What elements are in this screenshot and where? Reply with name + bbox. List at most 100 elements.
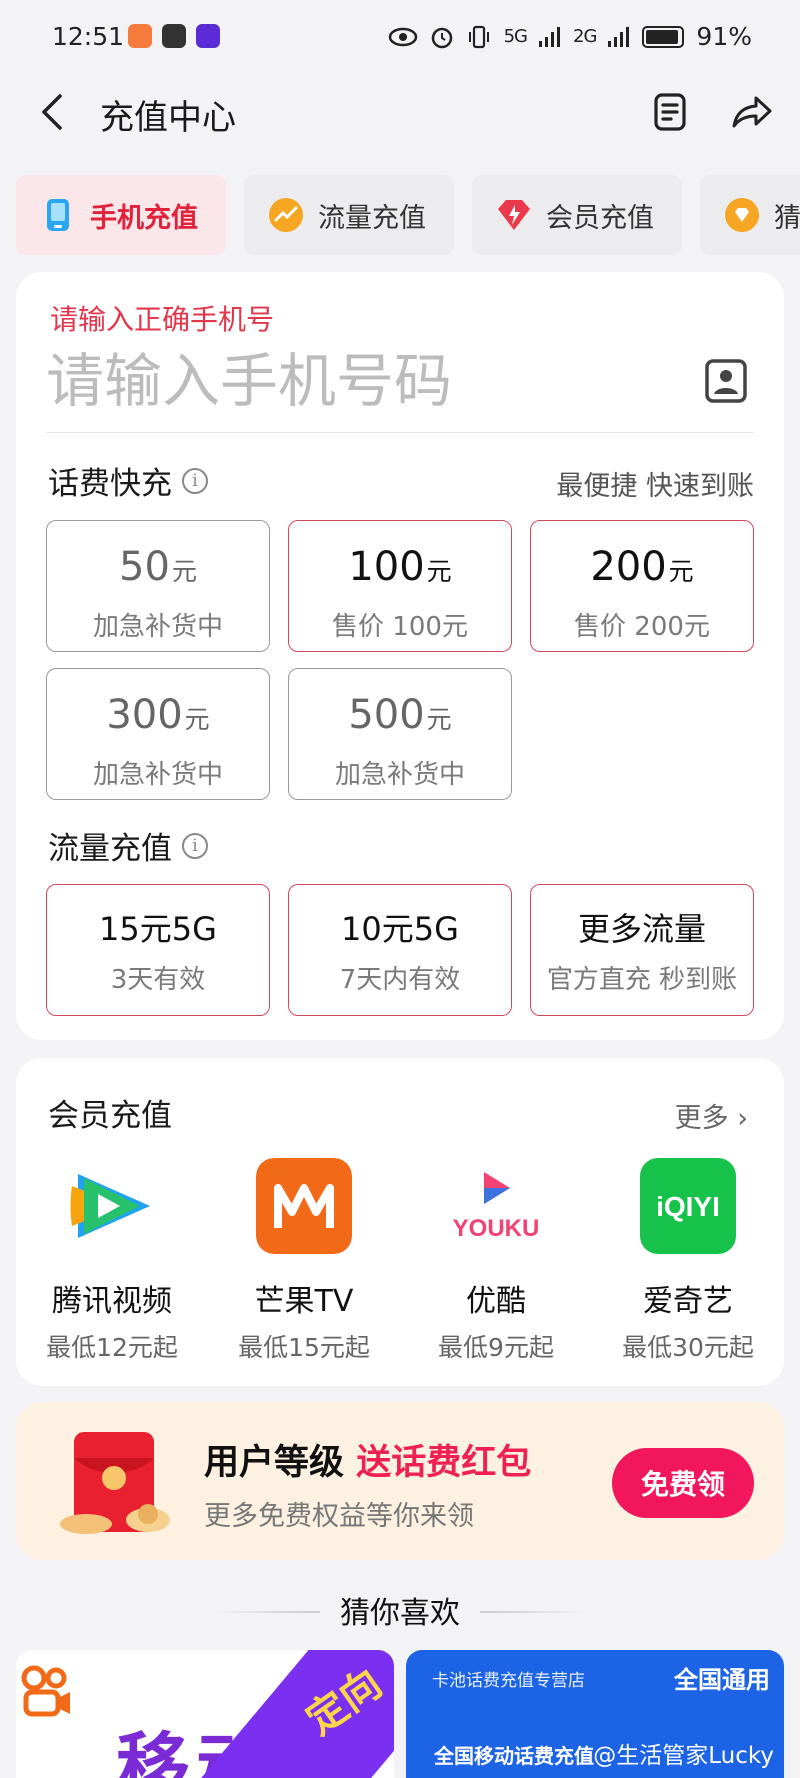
promo-subline: 更多免费权益等你来领 [204, 1501, 474, 1532]
contact-picker-button[interactable] [704, 358, 748, 404]
watermark-text: @生活管家Lucky [593, 1743, 774, 1769]
mango-tv-logo [256, 1158, 352, 1254]
signal-5g: 5G [503, 26, 528, 47]
member-name: 芒果TV [254, 1284, 354, 1319]
chevron-left-icon [42, 94, 62, 130]
membership-list: 腾讯视频 最低12元起 芒果TV 最低15元起 YOUKU 优酷 最低9元起 i… [16, 1158, 784, 1364]
battery-percent: 91% [696, 22, 752, 51]
promo-banner[interactable]: 用户等级 送话费红包 更多免费权益等你来领 免费领 [16, 1402, 784, 1560]
claim-free-button[interactable]: 免费领 [612, 1448, 754, 1518]
quick-charge-header: 话费快充 i [48, 458, 208, 503]
member-item-mango[interactable]: 芒果TV 最低15元起 [208, 1158, 400, 1364]
share-button[interactable] [730, 92, 772, 132]
membership-title: 会员充值 [48, 1098, 172, 1134]
product-title: 全国移动话费充值 [434, 1744, 594, 1768]
promo-headline-a: 用户等级 [204, 1443, 345, 1483]
option-status: 加急补货中 [92, 612, 223, 642]
amount: 50 [119, 544, 170, 590]
info-icon[interactable]: i [182, 832, 208, 859]
member-name: 腾讯视频 [52, 1284, 172, 1319]
amount: 200 [590, 544, 667, 590]
data-option-10[interactable]: 10元5G 7天内有效 [288, 884, 512, 1016]
tab-data-recharge[interactable]: 流量充值 [244, 175, 454, 255]
data-option-more[interactable]: 更多流量 官方直充 秒到账 [530, 884, 754, 1016]
unit: 元 [171, 557, 197, 586]
tab-guess[interactable]: 猜 [700, 175, 800, 255]
member-price: 最低12元起 [46, 1333, 178, 1362]
promo-headline: 用户等级 送话费红包 [204, 1434, 531, 1485]
video-app-notification-icon [196, 24, 220, 48]
data-option-label: 更多流量 [577, 910, 706, 948]
chevron-right-icon: › [737, 1103, 748, 1134]
youku-logo-text: YOUKU [453, 1215, 540, 1242]
recharge-card: 请输入正确手机号 话费快充 i 最便捷 快速到账 50元 加急补货中 100元 … [16, 272, 784, 1040]
share-icon [732, 96, 772, 128]
red-envelope-icon [60, 1432, 170, 1534]
youku-logo: YOUKU [453, 1172, 540, 1242]
tab-member-recharge[interactable]: 会员充值 [472, 175, 682, 255]
upload-notification-icon [162, 24, 186, 48]
option-price: 售价 100元 [332, 612, 468, 642]
gem-icon [725, 198, 759, 232]
promo-headline-b: 送话费红包 [356, 1443, 532, 1483]
contact-book-icon [705, 359, 747, 403]
membership-card: 会员充值 更多 › 腾讯视频 最低12元起 芒果TV 最低15元起 YOUKU … [16, 1058, 784, 1386]
phone-number-input[interactable] [46, 346, 646, 416]
quick-charge-title: 话费快充 [48, 466, 172, 502]
recharge-option-300[interactable]: 300元 加急补货中 [46, 668, 270, 800]
member-item-youku[interactable]: YOUKU 优酷 最低9元起 [400, 1158, 592, 1364]
data-charge-header: 流量充值 i [48, 823, 208, 868]
records-button[interactable] [650, 92, 690, 132]
kuaishou-logo [21, 1665, 70, 1717]
header: 充值中心 [0, 80, 800, 144]
vibrate-icon [468, 25, 489, 48]
tab-label: 手机充值 [90, 202, 198, 234]
alarm-icon [431, 27, 452, 48]
unit: 元 [426, 557, 452, 586]
notification-icons [128, 24, 220, 48]
page-title: 充值中心 [100, 98, 236, 138]
data-option-detail: 官方直充 秒到账 [546, 965, 738, 995]
unit: 元 [184, 705, 210, 734]
member-item-iqiyi[interactable]: iQIYI 爱奇艺 最低30元起 [592, 1158, 784, 1364]
more-label: 更多 [674, 1103, 729, 1134]
phone-error-text: 请输入正确手机号 [50, 303, 275, 336]
recharge-option-200[interactable]: 200元 售价 200元 [530, 520, 754, 652]
eye-icon [388, 27, 417, 46]
member-name: 优酷 [466, 1284, 526, 1319]
amount: 300 [106, 692, 183, 738]
data-option-label: 15元5G [99, 910, 217, 948]
member-price: 最低15元起 [238, 1333, 370, 1362]
product-tag: 全国通用 [674, 1666, 770, 1694]
membership-more-link[interactable]: 更多 › [675, 1096, 748, 1135]
status-bar: 12:51 5G 2G 91% [0, 0, 800, 80]
tencent-video-logo [70, 1174, 150, 1238]
iqiyi-logo: iQIYI [640, 1158, 736, 1254]
quick-charge-subtitle: 最便捷 快速到账 [556, 471, 754, 502]
recharge-option-100[interactable]: 100元 售价 100元 [288, 520, 512, 652]
product-card[interactable]: 卡池话费充值专营店 全国通用 全国移动话费充值 @生活管家Lucky [406, 1650, 784, 1778]
product-card[interactable]: 移动 定向 [16, 1650, 394, 1778]
data-option-detail: 3天有效 [110, 965, 206, 995]
member-item-tencent[interactable]: 腾讯视频 最低12元起 [16, 1158, 208, 1364]
data-option-15[interactable]: 15元5G 3天有效 [46, 884, 270, 1016]
document-icon [654, 93, 686, 131]
tab-phone-recharge[interactable]: 手机充值 [16, 175, 226, 255]
category-tabs: 手机充值 流量充值 会员充值 猜 [16, 175, 800, 255]
tab-label: 猜 [774, 202, 800, 234]
member-name: 爱奇艺 [643, 1284, 733, 1319]
recharge-option-50[interactable]: 50元 加急补货中 [46, 520, 270, 652]
data-charge-title: 流量充值 [48, 831, 172, 867]
diamond-icon [498, 200, 530, 230]
app-notification-icon [128, 24, 152, 48]
info-icon[interactable]: i [182, 467, 208, 494]
status-time: 12:51 [52, 22, 125, 51]
unit: 元 [668, 557, 694, 586]
divider [480, 1611, 590, 1613]
store-name: 卡池话费充值专营店 [432, 1671, 585, 1691]
signal-bars-icon [608, 26, 630, 47]
recharge-option-500[interactable]: 500元 加急补货中 [288, 668, 512, 800]
signal-2g: 2G [573, 26, 597, 47]
member-price: 最低9元起 [438, 1333, 554, 1362]
back-button[interactable] [36, 90, 76, 134]
